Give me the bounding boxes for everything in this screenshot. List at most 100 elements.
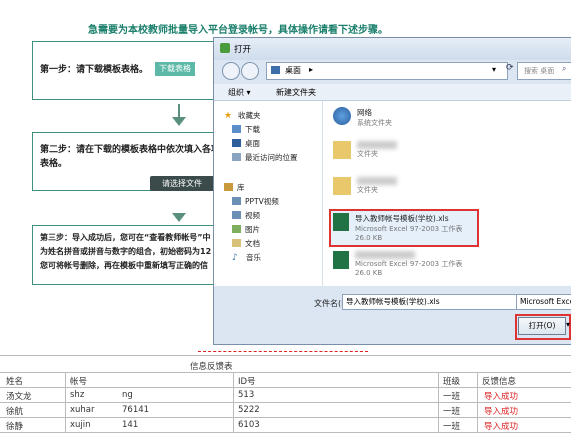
- dialog-toolbar: 组织 ▾ 新建文件夹: [214, 84, 571, 101]
- star-icon: ★: [224, 111, 233, 121]
- nav-recent[interactable]: 最近访问的位置: [232, 151, 298, 163]
- col-header-feedback: 反馈信息: [482, 377, 517, 387]
- step1-text: 第一步：请下载模板表格。: [40, 65, 149, 75]
- filetype-select[interactable]: Microsoft Excel: [516, 294, 571, 310]
- back-button[interactable]: [222, 62, 240, 80]
- cell-account: xujin: [70, 420, 91, 430]
- nav-pictures-label: 图片: [245, 224, 260, 234]
- cell-status: 导入成功: [484, 392, 519, 402]
- table-row-border: [0, 417, 571, 418]
- file-item-excel[interactable]: Microsoft Excel 97-2003 工作表 26.0 KB: [333, 251, 462, 277]
- documents-icon: [232, 239, 241, 247]
- nav-documents-label: 文档: [245, 238, 260, 248]
- nav-desktop-label: 桌面: [245, 138, 260, 148]
- nav-favorites[interactable]: ★ 收藏夹: [224, 109, 261, 122]
- file-item-network[interactable]: 网络 系统文件夹: [333, 107, 392, 128]
- new-folder-button[interactable]: 新建文件夹: [276, 87, 316, 98]
- arrow-down-icon: [172, 117, 186, 126]
- cell-name: 徐航: [6, 407, 24, 417]
- excel-file-icon: [333, 213, 349, 231]
- file-size: 26.0 KB: [355, 269, 383, 277]
- nav-pptv-label: PPTV视频: [245, 196, 279, 206]
- download-template-button[interactable]: 下载表格: [155, 62, 195, 76]
- col-divider: [477, 373, 478, 433]
- breadcrumb-arrow-icon: ▸: [309, 65, 314, 74]
- nav-video[interactable]: 视频: [232, 209, 260, 221]
- file-name: [355, 251, 415, 259]
- cell-status: 导入成功: [484, 407, 519, 417]
- cell-account-tail: 76141: [122, 405, 150, 415]
- dialog-titlebar: 打开: [214, 38, 571, 60]
- table-row-border: [0, 402, 571, 403]
- organize-menu[interactable]: 组织 ▾: [228, 87, 251, 98]
- nav-libraries-label: 库: [237, 182, 245, 192]
- search-input[interactable]: 搜索 桌面 ⌕: [517, 62, 571, 80]
- cell-class: 一班: [443, 422, 461, 432]
- file-type: 系统文件夹: [357, 119, 392, 127]
- refresh-icon[interactable]: ⟳: [506, 63, 514, 73]
- video-icon: [232, 211, 241, 219]
- col-header-class: 班级: [443, 377, 461, 387]
- file-type: Microsoft Excel 97-2003 工作表: [355, 225, 463, 233]
- search-icon: ⌕: [562, 64, 567, 73]
- nav-libraries[interactable]: 库: [224, 181, 245, 193]
- nav-music-label: 音乐: [246, 252, 261, 262]
- cell-account: shz: [70, 390, 85, 400]
- table-row-border: [0, 387, 571, 388]
- forward-button[interactable]: [241, 62, 259, 80]
- table-bottom-border: [0, 432, 571, 433]
- nav-downloads[interactable]: 下载: [232, 123, 260, 135]
- cell-name: 徐静: [6, 422, 24, 432]
- step3-text-line2: 为姓名拼音或拼音与数字的组合，初始密码为12: [40, 247, 212, 256]
- nav-video-label: 视频: [245, 210, 260, 220]
- file-name: 网络: [357, 108, 372, 117]
- excel-file-icon: [333, 251, 349, 269]
- arrow-shaft: [178, 104, 180, 118]
- cell-account-tail: 141: [122, 420, 139, 430]
- search-placeholder: 搜索 桌面: [524, 67, 555, 75]
- file-item-template-selected[interactable]: 导入教师帐号模板(学校).xls Microsoft Excel 97-2003 …: [329, 209, 479, 247]
- open-button[interactable]: 打开(O): [518, 317, 566, 335]
- desktop-icon: [271, 66, 280, 74]
- address-bar[interactable]: 桌面 ▸ ▾: [266, 62, 508, 80]
- nav-documents[interactable]: 文档: [232, 237, 260, 249]
- app-icon: [220, 43, 230, 53]
- feedback-table-title: 信息反馈表: [190, 362, 233, 372]
- music-icon: ♪: [232, 253, 238, 263]
- open-dropdown-icon[interactable]: ▾: [566, 320, 570, 329]
- col-divider: [65, 373, 66, 433]
- file-name: [357, 141, 397, 149]
- nav-music[interactable]: ♪ 音乐: [232, 251, 261, 264]
- desktop-icon: [232, 139, 241, 147]
- step3-text-line1: 第三步：导入成功后，您可在“查看教师帐号”中: [40, 233, 211, 242]
- table-top-border: [0, 355, 571, 356]
- instruction-headline: 急需要为本校教师批量导入平台登录帐号，具体操作请看下述步骤。: [88, 25, 388, 36]
- navigation-pane: ★ 收藏夹 下载 桌面 最近访问的位置 库 PPTV视频 视频 图片 文档 ♪ 音乐: [214, 101, 323, 286]
- col-divider: [438, 373, 439, 433]
- file-item-folder[interactable]: 文件夹: [333, 141, 397, 159]
- step2-text-line2: 表格。: [40, 159, 68, 169]
- col-divider: [233, 373, 234, 433]
- file-item-folder[interactable]: 文件夹: [333, 177, 397, 195]
- nav-desktop[interactable]: 桌面: [232, 137, 260, 149]
- network-icon: [333, 107, 351, 125]
- nav-pptv[interactable]: PPTV视频: [232, 195, 279, 207]
- table-header-border: [0, 372, 571, 373]
- nav-downloads-label: 下载: [245, 124, 260, 134]
- nav-recent-label: 最近访问的位置: [245, 152, 298, 162]
- open-file-dialog: 打开 桌面 ▸ ▾ ⟳ 搜索 桌面 ⌕ 组织 ▾ 新建文件夹 ★ 收藏夹 下载 桌…: [213, 37, 571, 345]
- file-name: [357, 177, 397, 185]
- cell-name: 汤文龙: [6, 392, 32, 402]
- filename-input[interactable]: 导入教师帐号模板(学校).xls: [342, 294, 519, 310]
- address-dropdown-icon[interactable]: ▾: [492, 65, 496, 74]
- folder-icon: [333, 141, 351, 159]
- dialog-title: 打开: [234, 45, 252, 55]
- file-type: 文件夹: [357, 186, 378, 194]
- pictures-icon: [232, 225, 241, 233]
- file-list: 网络系统文件夹 文件夹 文件夹 导入教师帐号模板(学校).xls Microsof…: [323, 101, 571, 286]
- choose-file-button[interactable]: 请选择文件: [150, 176, 214, 191]
- nav-pictures[interactable]: 图片: [232, 223, 260, 235]
- library-icon: [224, 183, 233, 191]
- arrow-down-icon: [172, 213, 186, 222]
- file-name: 导入教师帐号模板(学校).xls: [355, 214, 449, 223]
